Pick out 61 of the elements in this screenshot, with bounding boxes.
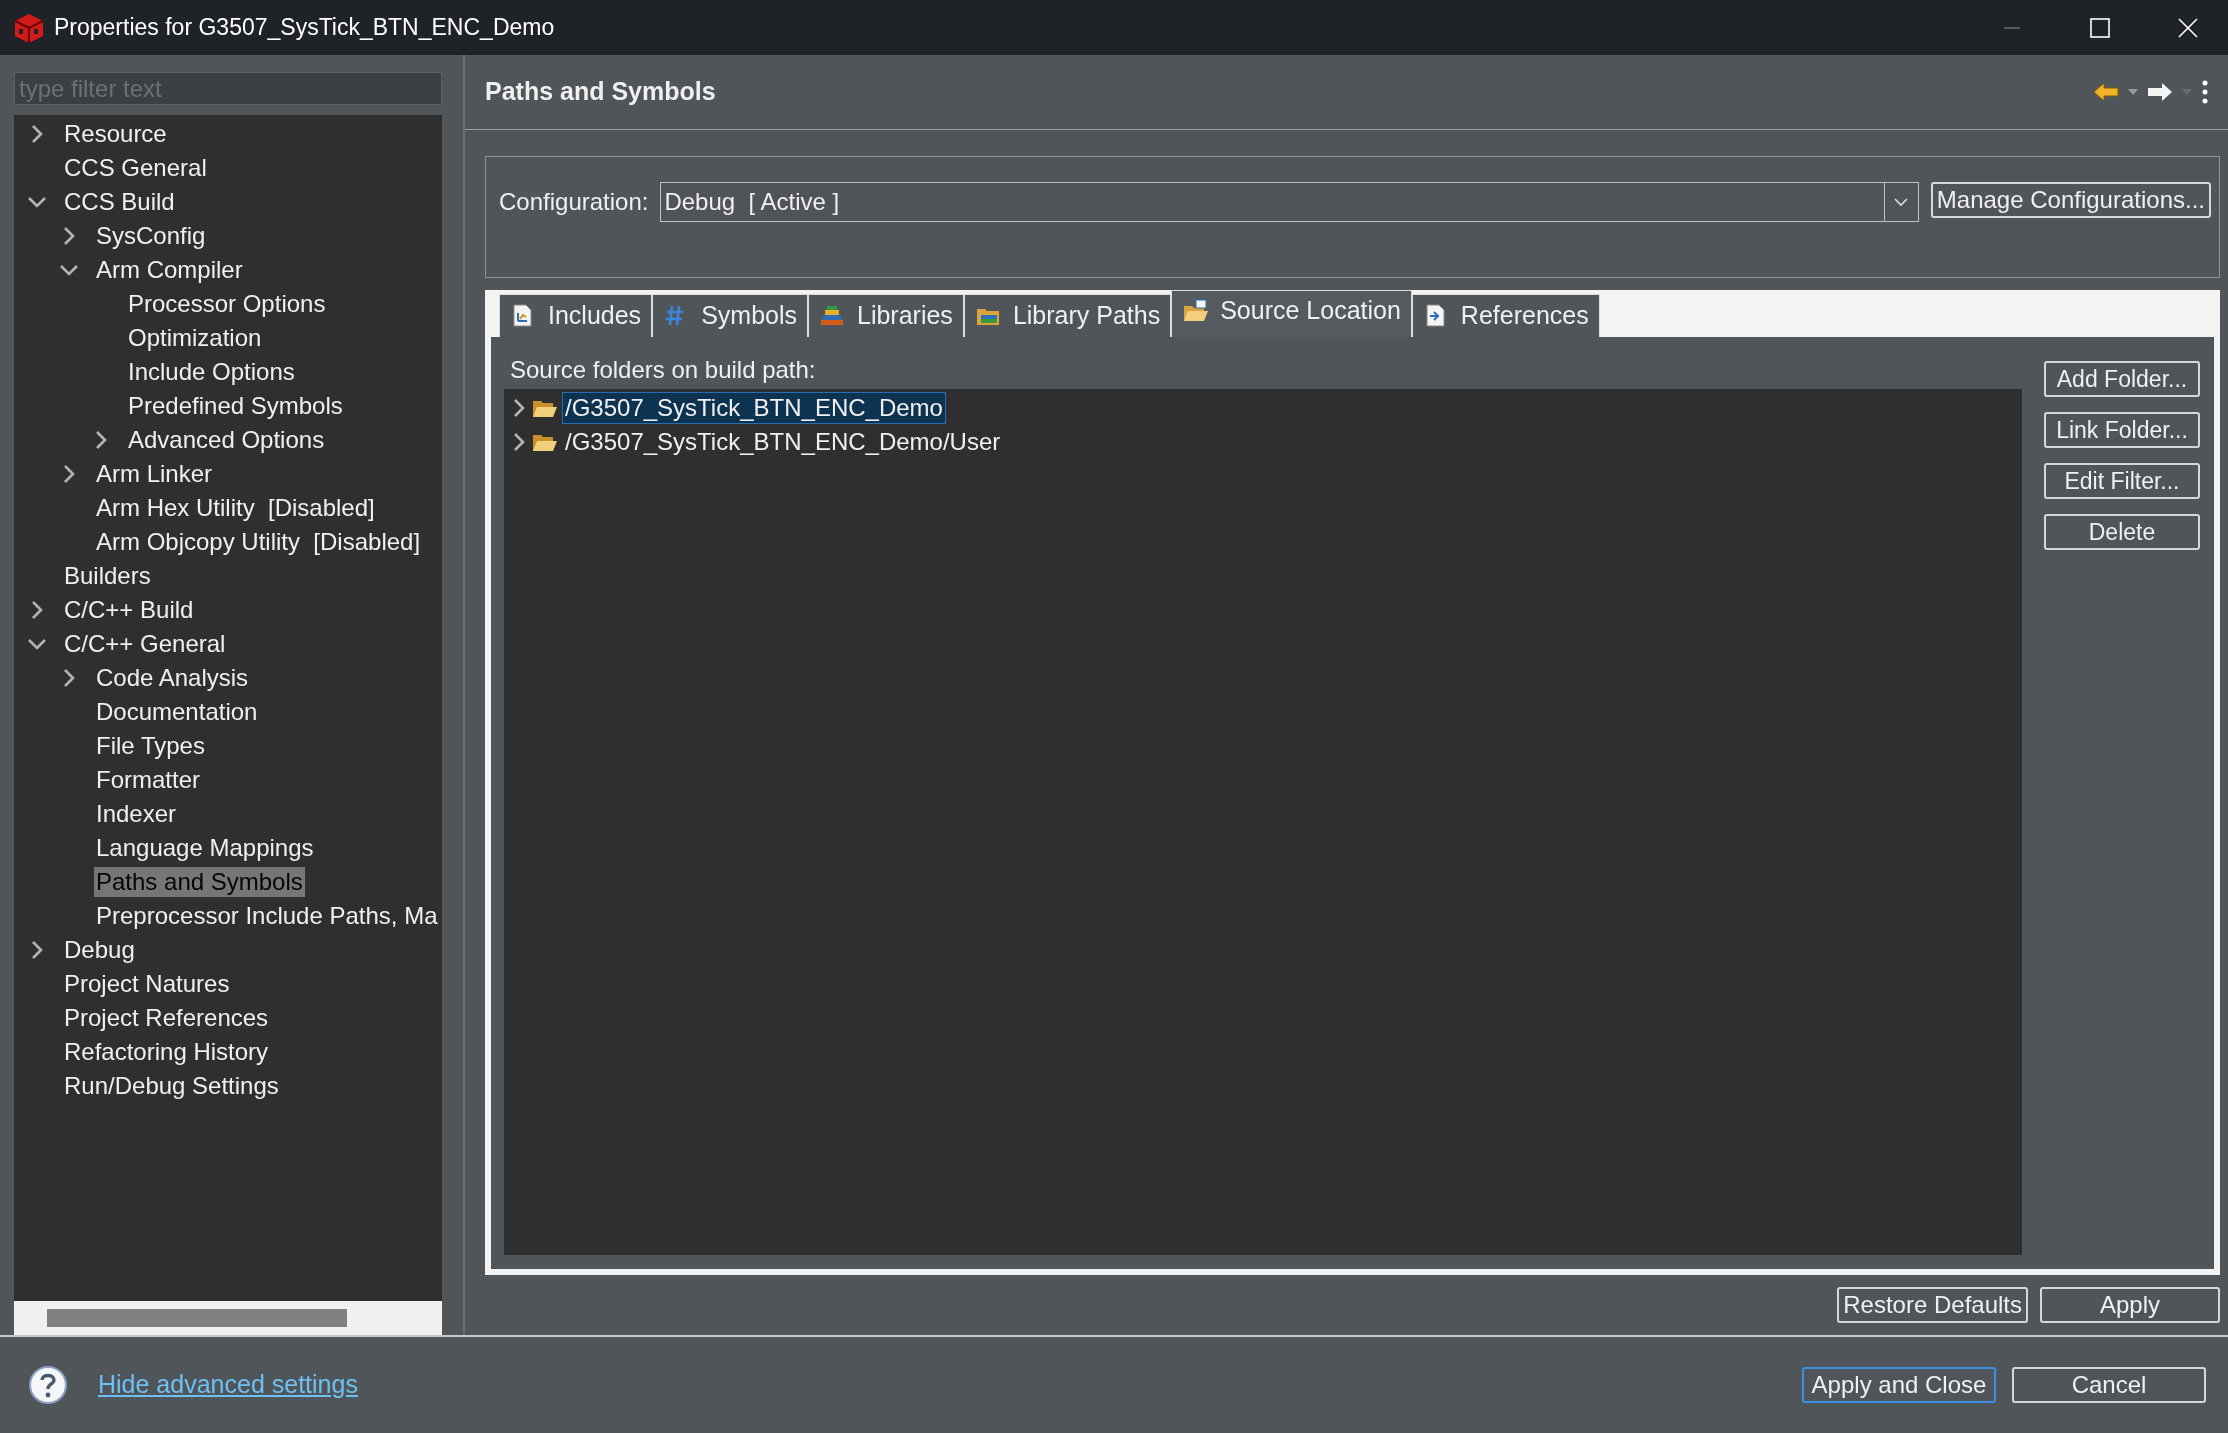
tree-item[interactable]: C/C++ Build — [62, 595, 196, 625]
apply-button[interactable]: Apply — [2040, 1287, 2220, 1323]
tree-item[interactable]: Optimization — [126, 323, 264, 353]
link[interactable]: Hide advanced settings — [98, 1366, 358, 1404]
dropdown-icon — [2128, 89, 2138, 95]
tree-item[interactable]: Advanced Options — [126, 425, 327, 455]
tab[interactable]: Source Location — [1171, 290, 1412, 337]
side-button[interactable]: Link Folder... — [2044, 412, 2200, 448]
scroll-thumb[interactable] — [47, 1309, 347, 1327]
maximize-icon — [2090, 17, 2110, 38]
dropdown-icon — [2182, 89, 2192, 95]
restore-defaults-button[interactable]: Restore Defaults — [1837, 1287, 2028, 1323]
tree-item[interactable]: Resource — [62, 119, 169, 149]
tree-item[interactable]: CCS Build — [62, 187, 177, 217]
tree-item[interactable]: Predefined Symbols — [126, 391, 345, 421]
tree-item[interactable]: Arm Compiler — [94, 255, 245, 285]
folder-path[interactable]: /G3507_SysTick_BTN_ENC_Demo — [562, 392, 946, 424]
tree-item[interactable]: SysConfig — [94, 221, 208, 251]
tree-item[interactable]: Refactoring History — [62, 1037, 271, 1067]
tree-item[interactable]: Indexer — [94, 799, 179, 829]
dialog-button[interactable]: Apply and Close — [1802, 1367, 1996, 1403]
tree-item[interactable]: Processor Options — [126, 289, 328, 319]
configuration-label: Configuration: — [499, 187, 649, 217]
configuration-dropdown[interactable]: Debug [ Active ] — [660, 182, 1919, 222]
tree-item[interactable]: Debug — [62, 935, 137, 965]
tree-item[interactable]: Paths and Symbols — [94, 867, 305, 897]
side-button[interactable]: Delete — [2044, 514, 2200, 550]
tree-item[interactable]: Project Natures — [62, 969, 232, 999]
tree-item[interactable]: Arm Objcopy Utility [Disabled] — [94, 527, 423, 557]
tree-item[interactable]: Code Analysis — [94, 663, 251, 693]
manage-configurations-button[interactable]: Manage Configurations... — [1930, 182, 2211, 218]
page-title: Paths and Symbols — [485, 76, 717, 108]
tree-item[interactable]: Formatter — [94, 765, 202, 795]
tree-item[interactable]: Project References — [62, 1003, 271, 1033]
section-label: Source folders on build path: — [510, 355, 817, 385]
folder-icon — [1182, 298, 1209, 324]
tree-item[interactable]: C/C++ General — [62, 629, 228, 659]
tree-item[interactable]: CCS General — [62, 153, 209, 183]
dialog-button[interactable]: Cancel — [2012, 1367, 2206, 1403]
tree-item[interactable]: Arm Hex Utility [Disabled] — [94, 493, 377, 523]
tree-item[interactable]: Language Mappings — [94, 833, 316, 863]
minimize-icon — [2004, 26, 2020, 29]
tab[interactable]: Symbols — [652, 294, 808, 337]
help-icon[interactable] — [28, 1365, 68, 1405]
tree-item[interactable]: Run/Debug Settings — [62, 1071, 281, 1101]
tab[interactable]: Library Paths — [963, 294, 1172, 337]
tree-item[interactable]: Arm Linker — [94, 459, 215, 489]
side-button[interactable]: Add Folder... — [2044, 361, 2200, 397]
folder-path[interactable]: /G3507_SysTick_BTN_ENC_Demo/User — [562, 426, 1004, 458]
tree-item[interactable]: Preprocessor Include Paths, Ma — [94, 901, 440, 931]
tab[interactable]: Includes — [499, 294, 653, 337]
tab[interactable]: References — [1411, 294, 1600, 337]
close-icon — [2178, 17, 2198, 38]
side-button[interactable]: Edit Filter... — [2044, 463, 2200, 499]
scrollbar[interactable] — [14, 1301, 442, 1335]
tree-item[interactable]: File Types — [94, 731, 207, 761]
tab[interactable]: Libraries — [808, 294, 964, 337]
tree-item[interactable]: Builders — [62, 561, 153, 591]
tree-item[interactable]: Documentation — [94, 697, 260, 727]
tree-item[interactable]: Include Options — [126, 357, 297, 387]
window-title: Properties for G3507_SysTick_BTN_ENC_Demo — [54, 13, 555, 43]
